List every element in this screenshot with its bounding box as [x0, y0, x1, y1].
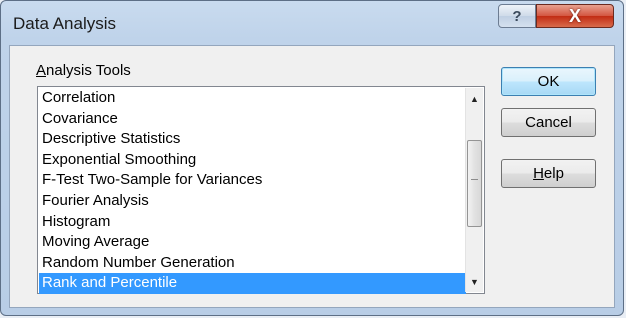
help-label: elp: [543, 165, 564, 182]
help-caption-button[interactable]: ?: [498, 4, 536, 28]
label-accelerator: A: [36, 62, 47, 79]
help-accelerator: H: [533, 165, 544, 182]
grip-icon: [471, 179, 478, 182]
list-item[interactable]: Covariance: [39, 109, 466, 130]
list-item[interactable]: Random Number Generation: [39, 253, 466, 274]
label-text: nalysis Tools: [46, 62, 131, 79]
list-item[interactable]: Correlation: [39, 88, 466, 109]
analysis-tools-listbox[interactable]: Correlation Covariance Descriptive Statist…: [37, 86, 485, 294]
list-item[interactable]: Exponential Smoothing: [39, 150, 466, 171]
list-item[interactable]: Rank and Percentile: [39, 273, 466, 294]
list-item[interactable]: Moving Average: [39, 232, 466, 253]
list-item[interactable]: F-Test Two-Sample for Variances: [39, 170, 466, 191]
cancel-button[interactable]: Cancel: [501, 108, 596, 137]
close-button[interactable]: X: [536, 4, 614, 28]
question-mark-icon: ?: [512, 7, 522, 25]
ok-button[interactable]: OK: [501, 67, 596, 96]
scroll-down-arrow-icon[interactable]: ▼: [466, 273, 483, 290]
scroll-up-arrow-icon[interactable]: ▲: [466, 90, 483, 107]
list-item[interactable]: Descriptive Statistics: [39, 129, 466, 150]
vertical-scrollbar[interactable]: ▲ ▼: [465, 88, 483, 292]
analysis-tools-label: Analysis Tools: [36, 62, 131, 79]
help-button[interactable]: Help: [501, 159, 596, 188]
data-analysis-dialog: Data Analysis ? X Analysis Tools Correla…: [0, 0, 624, 316]
scroll-thumb[interactable]: [467, 140, 482, 227]
dialog-body: Analysis Tools Correlation Covariance Desc…: [9, 45, 615, 308]
list-item[interactable]: Fourier Analysis: [39, 191, 466, 212]
title-bar[interactable]: Data Analysis ? X: [1, 1, 623, 45]
close-icon: X: [568, 5, 581, 26]
dialog-title: Data Analysis: [13, 14, 116, 33]
listbox-items: Correlation Covariance Descriptive Statist…: [39, 88, 466, 294]
list-item[interactable]: Histogram: [39, 212, 466, 233]
